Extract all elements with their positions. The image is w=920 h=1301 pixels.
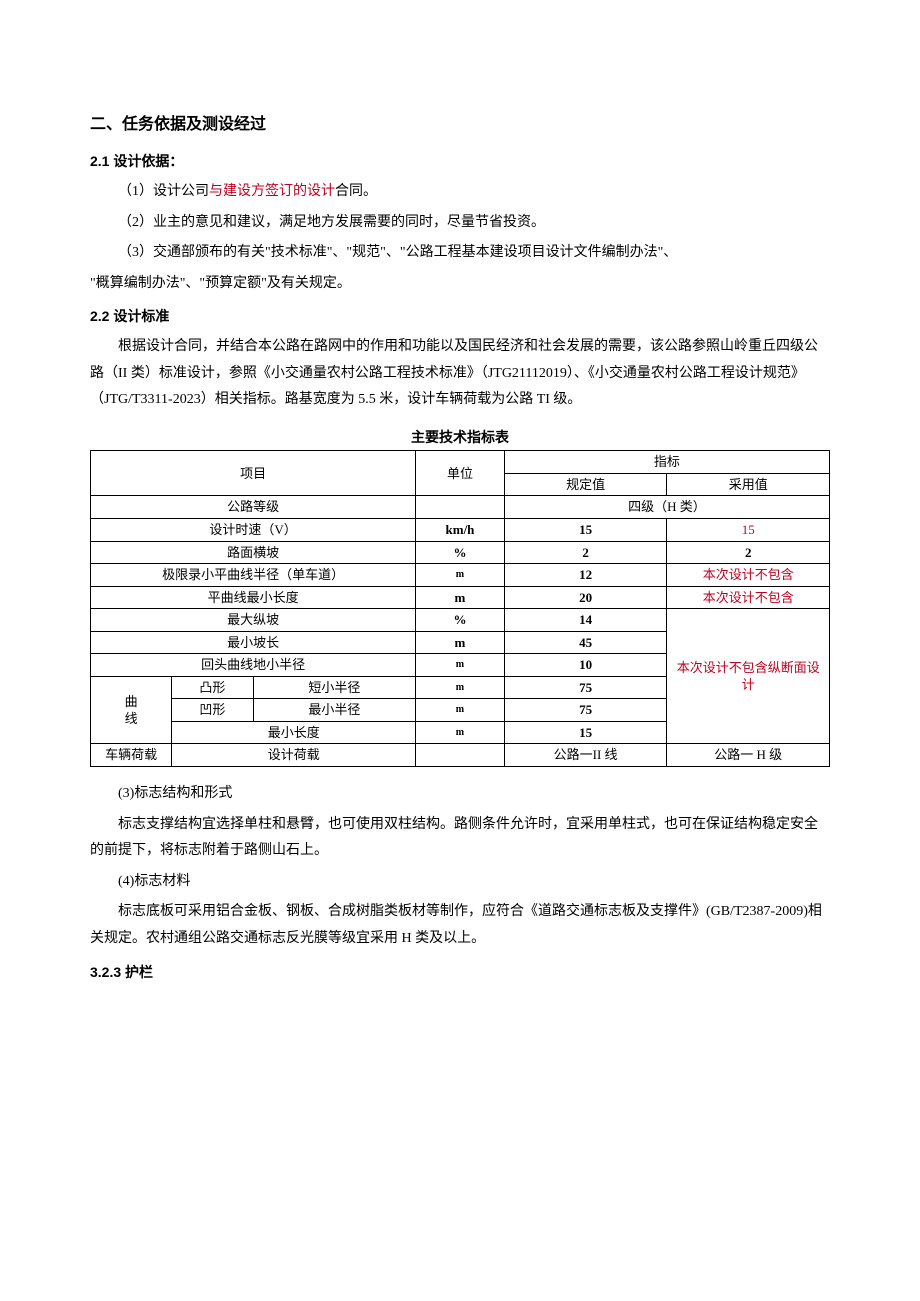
- cell: m: [416, 699, 505, 722]
- cell: 12: [504, 564, 667, 587]
- th-indicator: 指标: [504, 451, 829, 474]
- cell: 凸形: [172, 676, 253, 699]
- cell: 2: [504, 541, 667, 564]
- cell: 四级（H 类）: [504, 496, 829, 519]
- cell: %: [416, 609, 505, 632]
- cell: 15: [504, 721, 667, 744]
- table-row: 设计时速（V） km/h 15 15: [91, 518, 830, 541]
- cell-curve-group: 曲 线: [91, 676, 172, 744]
- cell: 最小半径: [253, 699, 416, 722]
- para-sign-3-head: (3)标志结构和形式: [90, 781, 830, 808]
- cell: 公路一 H 级: [667, 744, 830, 767]
- para-sign-4: 标志底板可采用铝合金板、钢板、合成树脂类板材等制作，应符合《道路交通标志板及支撑…: [90, 899, 830, 952]
- cell: 设计时速（V）: [91, 518, 416, 541]
- cell: [416, 496, 505, 519]
- text-red: 与建设方签订的设计: [209, 184, 335, 199]
- table-row: 项目 单位 指标: [91, 451, 830, 474]
- cell: 75: [504, 699, 667, 722]
- cell: 车辆荷载: [91, 744, 172, 767]
- para-sign-3: 标志支撑结构宜选择单柱和悬臂，也可使用双柱结构。路侧条件允许时，宜采用单柱式，也…: [90, 812, 830, 865]
- table-row: 车辆荷载 设计荷载 公路一II 线 公路一 H 级: [91, 744, 830, 767]
- subheading-3-2-3: 3.2.3 护栏: [90, 959, 830, 986]
- table-row: 路面横坡 % 2 2: [91, 541, 830, 564]
- cell: m: [416, 654, 505, 677]
- th-unit: 单位: [416, 451, 505, 496]
- subheading-2-1: 2.1 设计依据：: [90, 148, 830, 175]
- cell: 路面横坡: [91, 541, 416, 564]
- cell: m: [416, 631, 505, 654]
- table-row: 公路等级 四级（H 类）: [91, 496, 830, 519]
- cell: 20: [504, 586, 667, 609]
- cell: 2: [667, 541, 830, 564]
- cell: 15: [667, 518, 830, 541]
- cell: m: [416, 676, 505, 699]
- cell: 最小坡长: [91, 631, 416, 654]
- cell: 14: [504, 609, 667, 632]
- cell: 最小长度: [172, 721, 416, 744]
- cell: %: [416, 541, 505, 564]
- cell: 短小半径: [253, 676, 416, 699]
- th-project: 项目: [91, 451, 416, 496]
- cell: 15: [504, 518, 667, 541]
- para-2-1-1: （1）设计公司与建设方签订的设计合同。: [90, 179, 830, 206]
- cell: m: [416, 586, 505, 609]
- cell: 设计荷载: [172, 744, 416, 767]
- cell: 75: [504, 676, 667, 699]
- para-2-2-1: 根据设计合同，并结合本公路在路网中的作用和功能以及国民经济和社会发展的需要，该公…: [90, 334, 830, 414]
- cell: 10: [504, 654, 667, 677]
- cell: 平曲线最小长度: [91, 586, 416, 609]
- para-sign-4-head: (4)标志材料: [90, 869, 830, 896]
- cell: [416, 744, 505, 767]
- cell: 公路一II 线: [504, 744, 667, 767]
- cell: m: [416, 721, 505, 744]
- table-row: 极限录小平曲线半径（单车道） m 12 本次设计不包含: [91, 564, 830, 587]
- section-heading: 二、任务依据及测设经过: [90, 110, 830, 140]
- th-adopt: 采用值: [667, 473, 830, 496]
- table-title: 主要技术指标表: [90, 424, 830, 451]
- cell: 凹形: [172, 699, 253, 722]
- cell: 本次设计不包含: [667, 564, 830, 587]
- cell: m: [416, 564, 505, 587]
- subheading-2-2: 2.2 设计标准: [90, 303, 830, 330]
- cell: 回头曲线地小半径: [91, 654, 416, 677]
- th-spec: 规定值: [504, 473, 667, 496]
- tech-indicator-table: 项目 单位 指标 规定值 采用值 公路等级 四级（H 类） 设计时速（V） km…: [90, 450, 830, 767]
- text: 合同。: [335, 184, 377, 199]
- cell: 本次设计不包含: [667, 586, 830, 609]
- para-2-1-3b: "概算编制办法"、"预算定额"及有关规定。: [90, 271, 830, 298]
- para-2-1-3a: （3）交通部颁布的有关"技术标准"、"规范"、"公路工程基本建设项目设计文件编制…: [90, 240, 830, 267]
- table-row: 平曲线最小长度 m 20 本次设计不包含: [91, 586, 830, 609]
- cell: 45: [504, 631, 667, 654]
- table-row: 最大纵坡 % 14 本次设计不包含纵断面设计: [91, 609, 830, 632]
- cell: km/h: [416, 518, 505, 541]
- cell: 最大纵坡: [91, 609, 416, 632]
- para-2-1-2: （2）业主的意见和建议，满足地方发展需要的同时，尽量节省投资。: [90, 210, 830, 237]
- cell: 极限录小平曲线半径（单车道）: [91, 564, 416, 587]
- cell: 公路等级: [91, 496, 416, 519]
- cell-merged-note: 本次设计不包含纵断面设计: [667, 609, 830, 744]
- text: （1）设计公司: [118, 184, 209, 199]
